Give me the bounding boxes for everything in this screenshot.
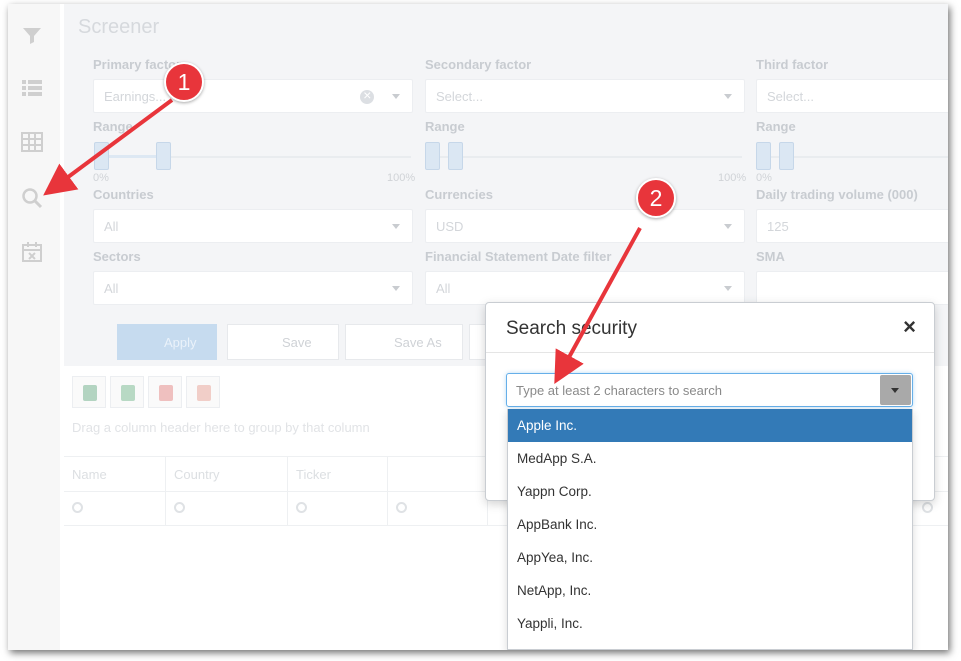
chevron-down-icon: [392, 94, 400, 99]
close-icon[interactable]: ×: [903, 316, 916, 338]
sectors-select[interactable]: All: [93, 271, 413, 305]
result-item[interactable]: AppBank Inc.: [508, 508, 912, 541]
chevron-down-icon: [724, 224, 732, 229]
search-icon[interactable]: [20, 186, 44, 210]
range-min-3: 0%: [756, 172, 772, 184]
sectors-value: All: [104, 281, 119, 296]
third-factor-label: Third factor: [756, 57, 829, 72]
secondary-factor-placeholder: Select...: [436, 89, 483, 104]
sma-label: SMA: [756, 249, 785, 264]
column-header-country[interactable]: Country: [166, 457, 288, 491]
search-icon: [72, 502, 83, 513]
result-item[interactable]: Yappli, Inc.: [508, 607, 912, 640]
column-header-ticker[interactable]: Ticker: [288, 457, 388, 491]
range-handle-max-1[interactable]: [156, 142, 171, 170]
search-icon: [922, 502, 933, 513]
result-item[interactable]: Apple Inc.: [508, 409, 912, 442]
range-label-2: Range: [425, 119, 465, 134]
filter-cell-name[interactable]: [64, 492, 166, 525]
page-title: Screener: [78, 16, 160, 38]
filter-cell-4[interactable]: [388, 492, 488, 525]
column-header-4[interactable]: [388, 457, 488, 491]
currencies-label: Currencies: [425, 187, 493, 202]
clear-icon[interactable]: [360, 87, 374, 104]
column-header-name[interactable]: Name: [64, 457, 166, 491]
app-window: Screener Primary factor Earnings... Seco…: [8, 4, 948, 650]
callout-step-2: 2: [636, 178, 676, 218]
left-icon-rail: [8, 4, 60, 650]
range-handle-max-2[interactable]: [448, 142, 463, 170]
third-factor-placeholder: Select...: [767, 89, 814, 104]
result-item[interactable]: MedApp S.A.: [508, 442, 912, 475]
callout-step-1: 1: [164, 62, 204, 102]
save-button[interactable]: Save: [227, 324, 339, 360]
sma-input[interactable]: [756, 271, 948, 305]
range-handle-min-3[interactable]: [756, 142, 771, 170]
currencies-value: USD: [436, 219, 464, 234]
primary-factor-value: Earnings...: [104, 89, 167, 104]
list-icon[interactable]: [20, 76, 44, 100]
countries-label: Countries: [93, 187, 154, 202]
primary-factor-select[interactable]: Earnings...: [93, 79, 413, 113]
chevron-down-icon: [392, 224, 400, 229]
search-icon: [396, 502, 407, 513]
chevron-down-icon: [392, 286, 400, 291]
excel-icon: [83, 385, 97, 401]
sectors-label: Sectors: [93, 249, 141, 264]
clear-filter-button[interactable]: [186, 376, 220, 408]
daily-volume-label: Daily trading volume (000): [756, 187, 918, 202]
secondary-factor-select[interactable]: Select...: [425, 79, 745, 113]
range-max-2: 100%: [718, 172, 747, 184]
group-by-hint: Drag a column header here to group by th…: [72, 420, 370, 435]
range-label-3: Range: [756, 119, 796, 134]
range-handle-min-1[interactable]: [94, 142, 109, 170]
range-handle-max-3[interactable]: [779, 142, 794, 170]
save-as-button[interactable]: Save As: [345, 324, 463, 360]
third-factor-select[interactable]: Select...: [756, 79, 948, 113]
range-label-1: Range: [93, 119, 133, 134]
chart-button[interactable]: [148, 376, 182, 408]
range-max-1: 100%: [387, 172, 416, 184]
dropdown-toggle-button[interactable]: [880, 375, 911, 405]
fs-date-select[interactable]: All: [425, 271, 745, 305]
chart-icon: [159, 385, 173, 401]
security-search-input[interactable]: [508, 375, 878, 405]
currencies-select[interactable]: USD: [425, 209, 745, 243]
chevron-down-icon: [724, 286, 732, 291]
table-icon[interactable]: [20, 130, 44, 154]
range-slider-2[interactable]: [430, 156, 742, 158]
filter-cell-country[interactable]: [166, 492, 288, 525]
daily-volume-value: 125: [767, 219, 789, 234]
range-handle-min-2[interactable]: [425, 142, 440, 170]
modal-title: Search security: [506, 318, 637, 339]
calendar-icon[interactable]: [20, 240, 44, 264]
result-item[interactable]: NetApp, Inc.: [508, 574, 912, 607]
csv-icon: [121, 385, 135, 401]
daily-volume-input[interactable]: 125: [756, 209, 948, 243]
modal-header: Search security ×: [486, 303, 934, 353]
countries-select[interactable]: All: [93, 209, 413, 243]
filter-cell-ticker[interactable]: [288, 492, 388, 525]
filter-icon[interactable]: [20, 24, 44, 48]
fs-date-value: All: [436, 281, 451, 296]
secondary-factor-label: Secondary factor: [425, 57, 532, 72]
search-icon: [174, 502, 185, 513]
export-excel-button[interactable]: [72, 376, 106, 408]
fs-date-label: Financial Statement Date filter: [425, 249, 612, 264]
range-min-1: 0%: [93, 172, 109, 184]
result-item[interactable]: AppYea, Inc.: [508, 541, 912, 574]
security-results-list: Apple Inc. MedApp S.A. Yappn Corp. AppBa…: [507, 409, 913, 650]
result-item[interactable]: Yappn Corp.: [508, 475, 912, 508]
clear-filter-icon: [197, 385, 211, 401]
search-icon: [296, 502, 307, 513]
security-search-combobox[interactable]: [506, 373, 913, 407]
export-csv-button[interactable]: [110, 376, 144, 408]
chevron-down-icon: [724, 94, 732, 99]
apply-button[interactable]: Apply: [117, 324, 217, 360]
chevron-down-icon: [891, 388, 899, 393]
countries-value: All: [104, 219, 119, 234]
